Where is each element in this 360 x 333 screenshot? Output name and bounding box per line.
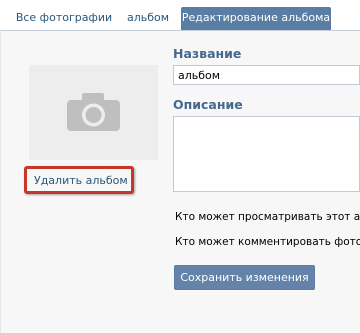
tab-edit-album[interactable]: Редактирование альбома xyxy=(181,7,331,30)
album-cover-placeholder[interactable] xyxy=(29,65,158,160)
tab-bar: Все фотографии альбом Редактирование аль… xyxy=(0,0,360,31)
album-name-input[interactable] xyxy=(173,65,360,85)
camera-icon xyxy=(67,93,120,131)
name-label: Название xyxy=(173,46,242,61)
album-description-input[interactable] xyxy=(173,116,360,192)
privacy-comment-label: Кто может комментировать фотографии xyxy=(175,236,360,248)
tab-all-photos[interactable]: Все фотографии xyxy=(12,7,116,30)
delete-album-highlight: Удалить альбом xyxy=(24,166,134,194)
privacy-view-label: Кто может просматривать этот альбом xyxy=(175,211,360,223)
tab-album[interactable]: альбом xyxy=(121,7,175,30)
delete-album-link[interactable]: Удалить альбом xyxy=(34,174,128,187)
save-changes-button[interactable]: Сохранить изменения xyxy=(174,265,315,290)
description-label: Описание xyxy=(173,97,243,112)
